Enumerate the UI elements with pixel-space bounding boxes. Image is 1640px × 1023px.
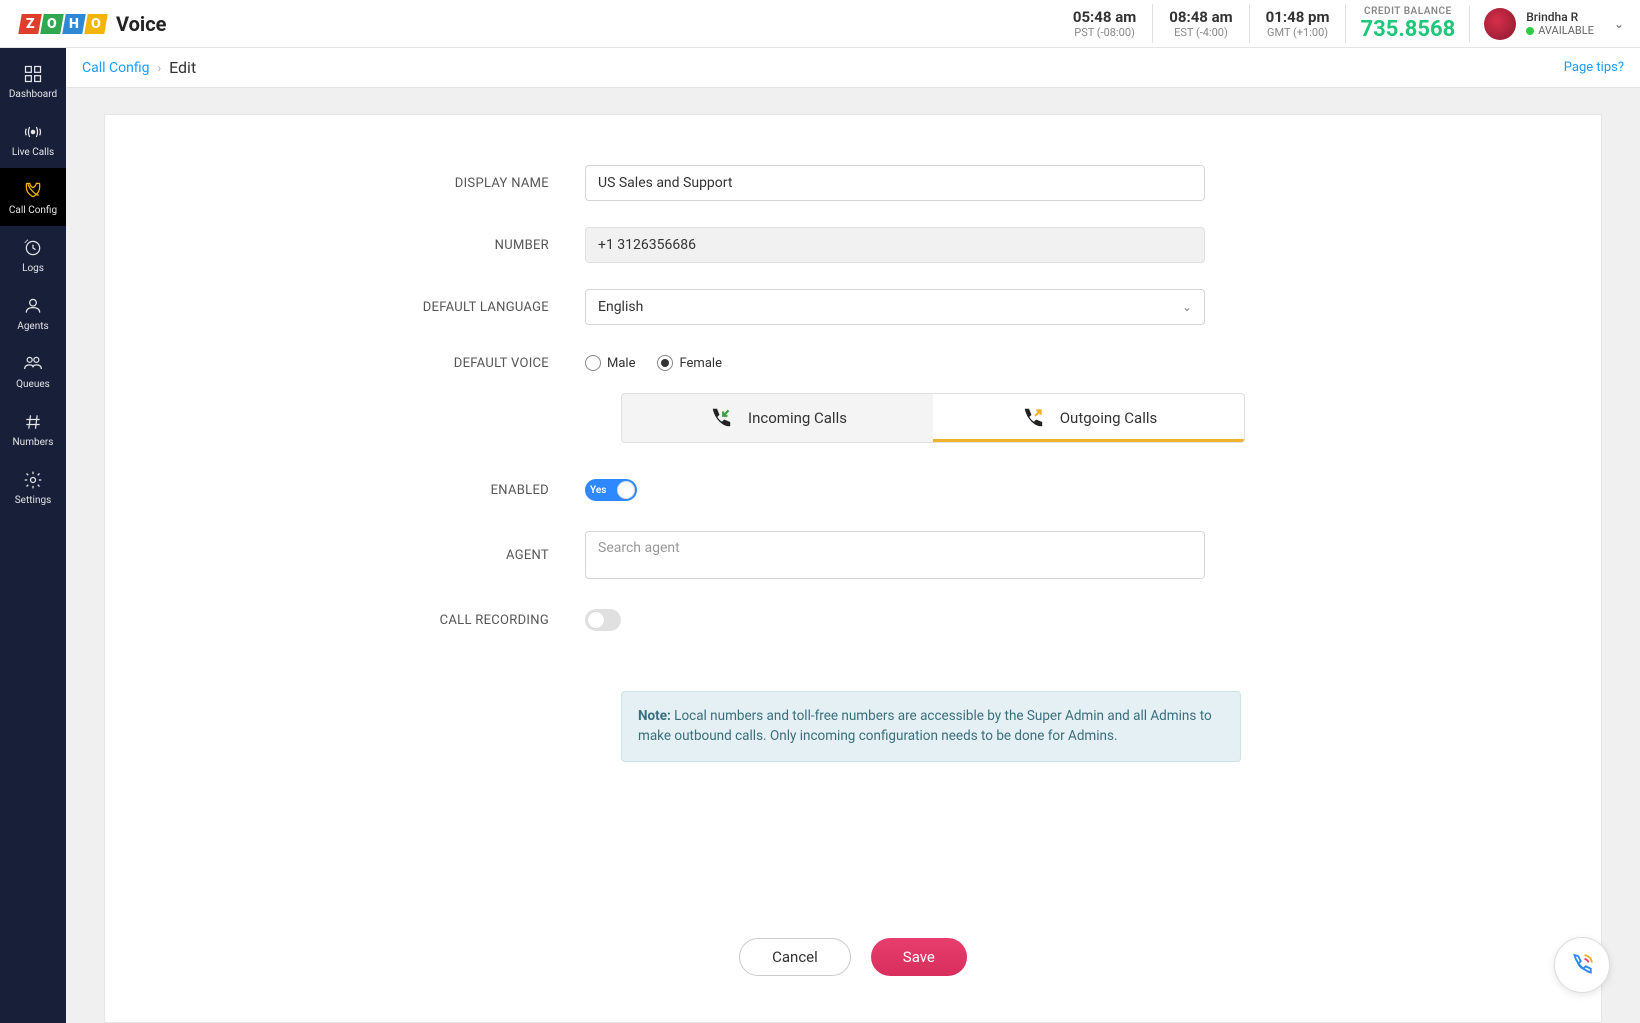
agent-label: AGENT [105,548,585,563]
radio-checked-icon [657,355,673,371]
logs-icon [22,237,44,259]
queues-icon [22,353,44,375]
time-pst: 05:48 am PST (-08:00) [1057,4,1153,43]
zoho-logo-icon: Z O H O [20,14,106,34]
sidebar-item-agents[interactable]: Agents [0,284,66,342]
number-input [585,227,1205,263]
agents-icon [22,295,44,317]
sidebar-item-live-calls[interactable]: Live Calls [0,110,66,168]
call-direction-tabs: Incoming Calls Outgoing Calls [621,393,1245,443]
toggle-knob-icon [587,611,605,629]
call-config-icon [22,179,44,201]
enabled-label: ENABLED [105,483,585,498]
voice-label: DEFAULT VOICE [105,356,585,371]
live-calls-icon [22,121,44,143]
voice-female-radio[interactable]: Female [657,355,721,371]
credit-balance: CREDIT BALANCE 735.8568 [1346,6,1470,42]
breadcrumb-call-config[interactable]: Call Config [82,60,149,76]
recording-toggle[interactable] [585,609,621,631]
display-name-input[interactable] [585,165,1205,201]
gear-icon [22,469,44,491]
status-dot-icon [1526,27,1534,35]
page-title: Edit [169,58,196,77]
numbers-icon [22,411,44,433]
sidebar-item-call-config[interactable]: Call Config [0,168,66,226]
enabled-toggle[interactable]: Yes [585,479,637,501]
sidebar: Dashboard Live Calls Call Config Logs Ag… [0,48,66,1023]
language-label: DEFAULT LANGUAGE [105,300,585,315]
breadcrumb: Call Config › Edit Page tips? [66,48,1640,88]
radio-icon [585,355,601,371]
chevron-down-icon: ⌄ [1182,300,1192,314]
chevron-right-icon: › [157,61,161,75]
form-footer: Cancel Save [105,922,1601,992]
toggle-knob-icon [617,481,635,499]
sidebar-item-queues[interactable]: Queues [0,342,66,400]
phone-dial-icon [1567,950,1597,980]
tab-outgoing[interactable]: Outgoing Calls [933,394,1244,442]
display-name-label: DISPLAY NAME [105,176,585,191]
phone-incoming-icon [708,405,734,431]
avatar [1484,8,1516,40]
save-button[interactable]: Save [871,938,967,976]
time-gmt: 01:48 pm GMT (+1:00) [1250,4,1347,43]
app-header: Z O H O Voice 05:48 am PST (-08:00) 08:4… [0,0,1640,48]
agent-search-input[interactable]: Search agent [585,531,1205,579]
tab-incoming[interactable]: Incoming Calls [622,394,933,442]
page-tips-link[interactable]: Page tips? [1564,60,1624,75]
sidebar-item-numbers[interactable]: Numbers [0,400,66,458]
time-est: 08:48 am EST (-4:00) [1153,4,1249,43]
user-menu[interactable]: Brindha R AVAILABLE ⌄ [1470,8,1624,40]
sidebar-item-dashboard[interactable]: Dashboard [0,52,66,110]
sidebar-item-logs[interactable]: Logs [0,226,66,284]
sidebar-item-settings[interactable]: Settings [0,458,66,516]
note-box: Note: Local numbers and toll-free number… [621,691,1241,762]
cancel-button[interactable]: Cancel [739,938,851,976]
language-select[interactable]: English ⌄ [585,289,1205,325]
number-label: NUMBER [105,238,585,253]
dialer-fab[interactable] [1554,937,1610,993]
user-name: Brindha R [1526,10,1594,24]
recording-label: CALL RECORDING [105,613,585,628]
form-card: DISPLAY NAME NUMBER DEFAULT LANGUAGE Eng… [104,114,1602,1023]
phone-outgoing-icon [1020,405,1046,431]
voice-male-radio[interactable]: Male [585,355,635,371]
chevron-down-icon: ⌄ [1614,17,1624,31]
dashboard-icon [22,63,44,85]
brand-logo[interactable]: Z O H O Voice [20,12,166,36]
product-name: Voice [116,12,166,36]
content-area: Call Config › Edit Page tips? DISPLAY NA… [66,48,1640,1023]
user-status: AVAILABLE [1526,24,1594,37]
